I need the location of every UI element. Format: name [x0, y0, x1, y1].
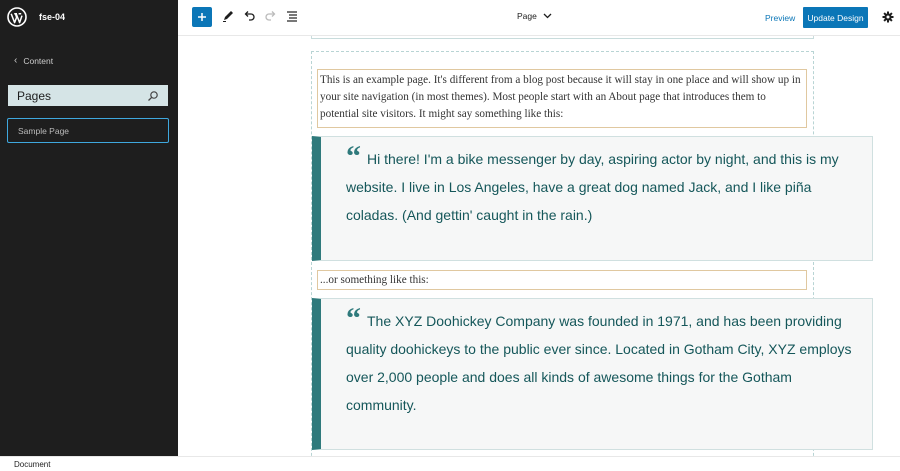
- wordpress-logo-icon[interactable]: [7, 7, 27, 27]
- pages-title: Pages: [17, 88, 52, 103]
- quote-text: The XYZ Doohickey Company was founded in…: [346, 313, 852, 413]
- editor-toolbar: Page Preview Update Design: [178, 0, 900, 36]
- undo-icon[interactable]: [242, 9, 256, 23]
- template-selector[interactable]: Page: [517, 11, 552, 21]
- update-design-button[interactable]: Update Design: [803, 7, 868, 28]
- back-to-content-link[interactable]: ‹ Content: [14, 55, 53, 66]
- add-block-button[interactable]: [192, 7, 212, 27]
- paragraph-block[interactable]: ...or something like this:: [317, 270, 807, 290]
- block-breadcrumb-bar: Document: [0, 456, 900, 471]
- editor-canvas: This is an example page. It's different …: [178, 36, 900, 456]
- quote-block[interactable]: “The XYZ Doohickey Company was founded i…: [312, 298, 873, 450]
- quote-block[interactable]: “Hi there! I'm a bike messenger by day, …: [312, 136, 873, 261]
- gear-icon[interactable]: [882, 11, 894, 23]
- previous-block-outline: [311, 36, 814, 39]
- chevron-down-icon: [543, 13, 552, 19]
- plus-icon: [198, 13, 206, 21]
- quote-mark-icon: “: [346, 140, 361, 173]
- chevron-left-icon: ‹: [14, 55, 18, 66]
- preview-button[interactable]: Preview: [765, 13, 795, 23]
- quote-text: Hi there! I'm a bike messenger by day, a…: [346, 151, 839, 223]
- document-overview-icon[interactable]: [285, 9, 299, 23]
- redo-icon[interactable]: [264, 9, 278, 23]
- site-editor-sidebar: fse-04 ‹ Content Pages Sample Page: [0, 0, 178, 456]
- breadcrumb-document[interactable]: Document: [14, 460, 50, 469]
- quote-mark-icon: “: [346, 302, 361, 335]
- sidebar-item-sample-page[interactable]: Sample Page: [7, 118, 169, 143]
- site-name[interactable]: fse-04: [39, 12, 65, 22]
- search-icon[interactable]: [147, 90, 159, 102]
- pencil-icon[interactable]: [221, 9, 235, 23]
- back-link-label: Content: [23, 55, 54, 66]
- paragraph-block[interactable]: This is an example page. It's different …: [317, 69, 807, 128]
- template-selector-label: Page: [517, 11, 537, 21]
- pages-section-header: Pages: [8, 85, 168, 106]
